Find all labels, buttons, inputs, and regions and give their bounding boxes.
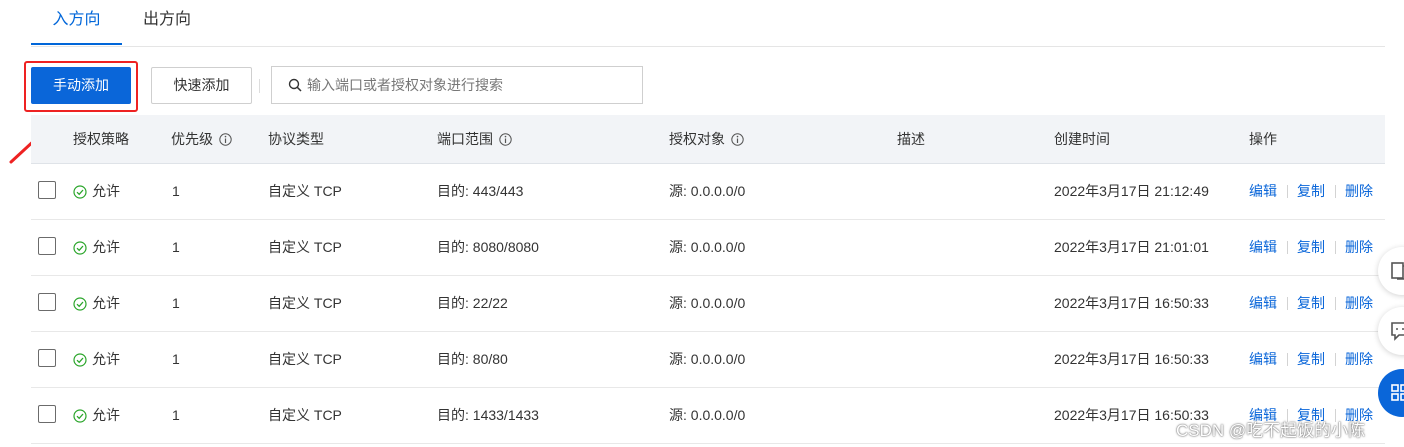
copy-link[interactable]: 复制 (1297, 220, 1325, 275)
cell-port-range: 目的: 1433/1433 (437, 407, 539, 423)
tab-inbound[interactable]: 入方向 (31, 0, 122, 45)
cell-port-range: 目的: 443/443 (437, 183, 524, 199)
cell-created: 2022年3月17日 16:50:33 (1054, 351, 1209, 367)
table-row: 允许 1 自定义 TCP 目的: 8080/8080 源: 0.0.0.0/0 2022年… (31, 220, 1385, 276)
check-circle-icon (73, 409, 87, 423)
action-divider (1335, 185, 1336, 198)
cell-priority: 1 (172, 239, 180, 255)
tab-outbound[interactable]: 出方向 (143, 0, 193, 45)
edit-link[interactable]: 编辑 (1249, 164, 1277, 219)
check-circle-icon (73, 241, 87, 255)
action-divider (1287, 185, 1288, 198)
cell-priority: 1 (172, 295, 180, 311)
cell-protocol: 自定义 TCP (268, 183, 342, 199)
cell-auth-object: 源: 0.0.0.0/0 (669, 407, 746, 423)
check-circle-icon (73, 353, 87, 367)
book-icon (1391, 262, 1404, 280)
search-box[interactable] (271, 66, 643, 104)
header-priority-label: 优先级 (171, 131, 213, 147)
copy-link[interactable]: 复制 (1297, 276, 1325, 331)
action-divider (1287, 353, 1288, 366)
search-input[interactable] (307, 67, 627, 103)
delete-link[interactable]: 删除 (1345, 164, 1373, 219)
action-divider (1287, 297, 1288, 310)
cell-created: 2022年3月17日 21:01:01 (1054, 239, 1209, 255)
quick-add-button[interactable]: 快速添加 (151, 67, 252, 104)
row-checkbox[interactable] (38, 237, 56, 255)
header-actions-label: 操作 (1249, 131, 1277, 147)
header-port-range: 端口范围 (437, 115, 512, 163)
row-checkbox[interactable] (38, 181, 56, 199)
cell-auth-object: 源: 0.0.0.0/0 (669, 295, 746, 311)
delete-link[interactable]: 删除 (1345, 332, 1373, 387)
cell-protocol: 自定义 TCP (268, 295, 342, 311)
header-actions: 操作 (1249, 115, 1277, 163)
row-checkbox[interactable] (38, 405, 56, 423)
header-priority: 优先级 (171, 115, 232, 163)
cell-created: 2022年3月17日 21:12:49 (1054, 183, 1209, 199)
row-checkbox[interactable] (38, 293, 56, 311)
header-description-label: 描述 (897, 131, 925, 147)
table-row: 允许 1 自定义 TCP 目的: 80/80 源: 0.0.0.0/0 2022年3月17… (31, 332, 1385, 388)
cell-port-range: 目的: 22/22 (437, 295, 508, 311)
action-divider (1335, 297, 1336, 310)
header-policy: 授权策略 (73, 115, 129, 163)
cell-protocol: 自定义 TCP (268, 351, 342, 367)
header-policy-label: 授权策略 (73, 131, 129, 147)
row-checkbox[interactable] (38, 349, 56, 367)
cell-policy: 允许 (92, 239, 120, 255)
cell-policy: 允许 (92, 407, 120, 423)
header-protocol: 协议类型 (268, 115, 324, 163)
cell-protocol: 自定义 TCP (268, 239, 342, 255)
cell-policy: 允许 (92, 183, 120, 199)
delete-link[interactable]: 删除 (1345, 276, 1373, 331)
edit-link[interactable]: 编辑 (1249, 276, 1277, 331)
table-row: 允许 1 自定义 TCP 目的: 443/443 源: 0.0.0.0/0 2022年3月… (31, 164, 1385, 220)
cell-priority: 1 (172, 407, 180, 423)
delete-link[interactable]: 删除 (1345, 220, 1373, 275)
info-icon[interactable] (499, 133, 512, 146)
info-icon[interactable] (731, 133, 744, 146)
table-row: 允许 1 自定义 TCP 目的: 22/22 源: 0.0.0.0/0 2022年3月17… (31, 276, 1385, 332)
info-icon[interactable] (219, 133, 232, 146)
copy-link[interactable]: 复制 (1297, 332, 1325, 387)
header-port-range-label: 端口范围 (437, 131, 493, 147)
header-auth-object: 授权对象 (669, 115, 744, 163)
cell-policy: 允许 (92, 295, 120, 311)
cell-auth-object: 源: 0.0.0.0/0 (669, 239, 746, 255)
direction-tabs: 入方向 出方向 (31, 0, 1385, 47)
edit-link[interactable]: 编辑 (1249, 220, 1277, 275)
cell-created: 2022年3月17日 16:50:33 (1054, 295, 1209, 311)
message-icon (1391, 322, 1404, 341)
check-circle-icon (73, 185, 87, 199)
cell-port-range: 目的: 80/80 (437, 351, 508, 367)
header-protocol-label: 协议类型 (268, 131, 324, 147)
manual-add-button[interactable]: 手动添加 (31, 67, 131, 104)
cell-protocol: 自定义 TCP (268, 407, 342, 423)
check-circle-icon (73, 297, 87, 311)
action-divider (1287, 241, 1288, 254)
edit-link[interactable]: 编辑 (1249, 332, 1277, 387)
action-divider (1335, 241, 1336, 254)
cell-policy: 允许 (92, 351, 120, 367)
header-auth-object-label: 授权对象 (669, 131, 725, 147)
header-created-label: 创建时间 (1054, 131, 1110, 147)
watermark: CSDN @吃不起饭的小陈 (1176, 421, 1366, 440)
cell-auth-object: 源: 0.0.0.0/0 (669, 351, 746, 367)
action-divider (1335, 353, 1336, 366)
copy-link[interactable]: 复制 (1297, 164, 1325, 219)
cell-auth-object: 源: 0.0.0.0/0 (669, 183, 746, 199)
cell-priority: 1 (172, 351, 180, 367)
header-description: 描述 (897, 115, 925, 163)
cell-priority: 1 (172, 183, 180, 199)
table-header: 授权策略 优先级 协议类型 端口范围 授权对象 描述 创建时间 操作 (31, 115, 1385, 164)
cell-port-range: 目的: 8080/8080 (437, 239, 539, 255)
toolbar-divider (259, 79, 260, 93)
header-created: 创建时间 (1054, 115, 1110, 163)
grid-icon (1391, 384, 1404, 401)
search-icon (288, 78, 302, 92)
